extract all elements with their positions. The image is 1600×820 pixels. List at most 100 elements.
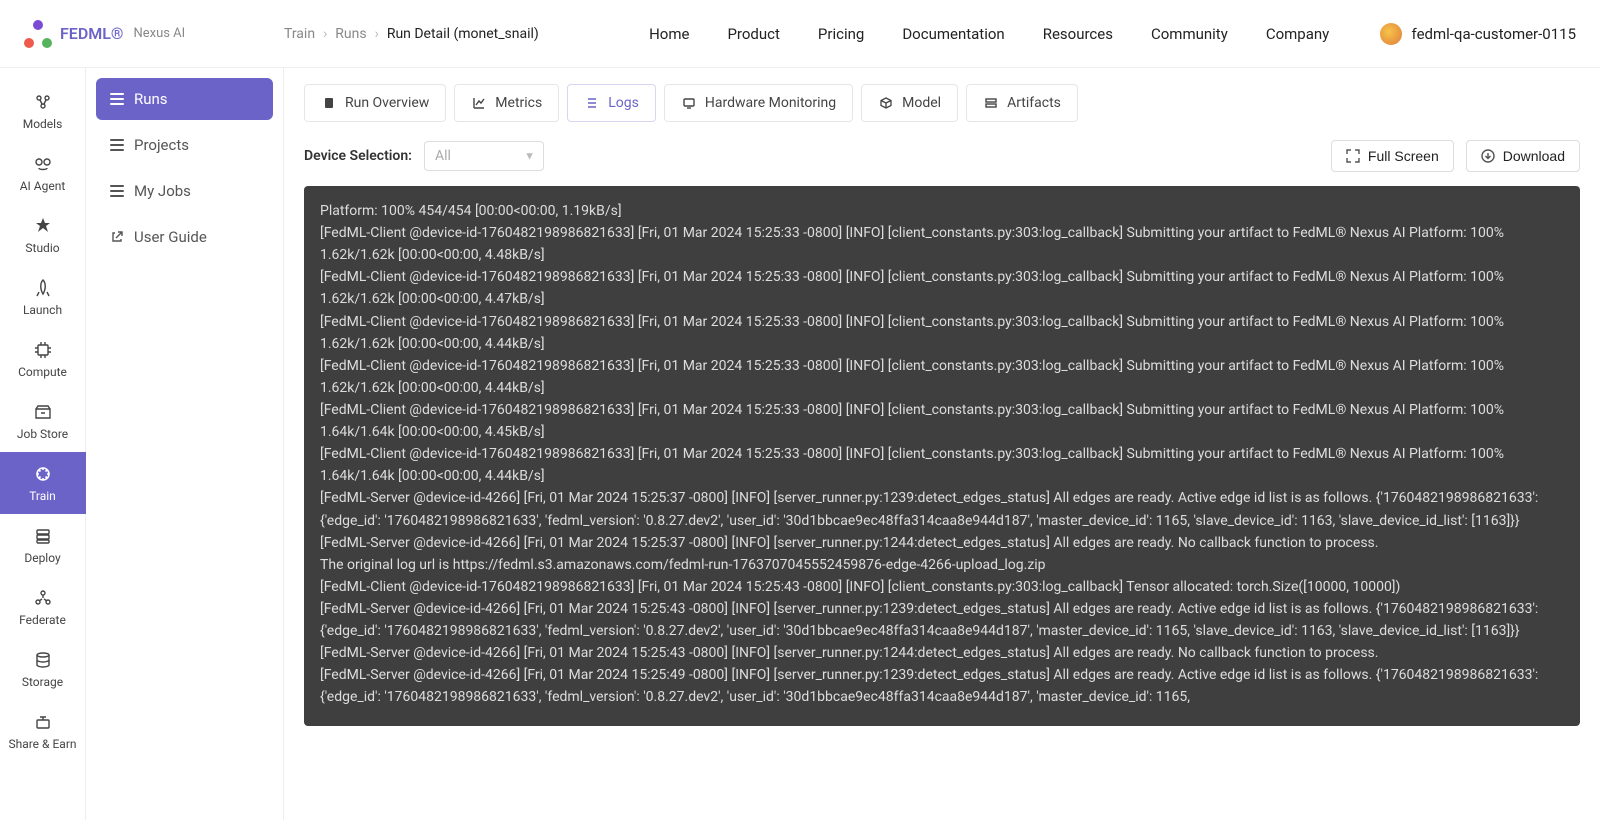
logo-text: FEDML® (60, 24, 123, 43)
subnav-item-projects[interactable]: Projects (96, 124, 273, 166)
rail-item-job-store[interactable]: Job Store (0, 390, 86, 452)
storage-icon (32, 649, 54, 671)
tab-logs[interactable]: Logs (567, 84, 656, 122)
log-line: [FedML-Server @device-id-4266] [Fri, 01 … (320, 598, 1564, 642)
tab-icon (983, 95, 999, 111)
nav-pricing[interactable]: Pricing (818, 25, 864, 43)
tab-icon (471, 95, 487, 111)
tab-icon (584, 95, 600, 111)
rail-item-label: AI Agent (20, 179, 66, 193)
subnav-item-runs[interactable]: Runs (96, 78, 273, 120)
tab-label: Artifacts (1007, 95, 1061, 111)
device-selection-value: All (435, 148, 451, 164)
nav-company[interactable]: Company (1266, 25, 1329, 43)
external-link-icon (110, 230, 124, 244)
log-line: [FedML-Server @device-id-4266] [Fri, 01 … (320, 664, 1564, 708)
device-selection-label: Device Selection: (304, 148, 412, 164)
rail-item-ai-agent[interactable]: AI Agent (0, 142, 86, 204)
rail-item-storage[interactable]: Storage (0, 638, 86, 700)
rail-item-studio[interactable]: Studio (0, 204, 86, 266)
rail-item-train[interactable]: Train (0, 452, 86, 514)
subnav-item-my-jobs[interactable]: My Jobs (96, 170, 273, 212)
topbar: FEDML® Nexus AI Train › Runs › Run Detai… (0, 0, 1600, 68)
tab-metrics[interactable]: Metrics (454, 84, 559, 122)
log-line: [FedML-Client @device-id-176048219898682… (320, 222, 1564, 266)
rail-item-share-earn[interactable]: Share & Earn (0, 700, 86, 762)
chevron-down-icon: ▼ (524, 150, 535, 163)
user-menu[interactable]: fedml-qa-customer-0115 (1380, 23, 1576, 45)
log-toolbar: Device Selection: All ▼ Full Screen Down… (304, 140, 1580, 172)
subnav-item-label: User Guide (134, 228, 207, 246)
rail-item-label: Storage (22, 675, 63, 689)
subnav-item-label: Runs (134, 90, 168, 108)
device-selection-dropdown[interactable]: All ▼ (424, 141, 544, 171)
subnav-item-user-guide[interactable]: User Guide (96, 216, 273, 258)
breadcrumb-runs[interactable]: Runs (335, 26, 366, 42)
rail-item-label: Train (29, 489, 56, 503)
subnav-item-label: My Jobs (134, 182, 191, 200)
rail-item-label: Deploy (24, 551, 60, 565)
federate-icon (32, 587, 54, 609)
tab-icon (681, 95, 697, 111)
rail-item-label: Models (23, 117, 63, 131)
nav-product[interactable]: Product (727, 25, 779, 43)
tab-label: Run Overview (345, 95, 429, 111)
deploy-icon (32, 525, 54, 547)
models-icon (32, 91, 54, 113)
fullscreen-icon (1346, 149, 1360, 163)
log-line: [FedML-Server @device-id-4266] [Fri, 01 … (320, 532, 1564, 554)
rail-item-deploy[interactable]: Deploy (0, 514, 86, 576)
log-line: [FedML-Client @device-id-176048219898682… (320, 576, 1564, 598)
tab-label: Model (902, 95, 941, 111)
log-line: The original log url is https://fedml.s3… (320, 554, 1564, 576)
job-store-icon (32, 401, 54, 423)
breadcrumb: Train › Runs › Run Detail (monet_snail) (284, 26, 539, 42)
rail-item-compute[interactable]: Compute (0, 328, 86, 390)
fullscreen-button[interactable]: Full Screen (1331, 140, 1454, 172)
compute-icon (32, 339, 54, 361)
list-icon (110, 185, 124, 197)
tab-artifacts[interactable]: Artifacts (966, 84, 1078, 122)
chevron-right-icon: › (323, 26, 327, 42)
rail-item-label: Job Store (17, 427, 68, 441)
tab-label: Metrics (495, 95, 542, 111)
list-icon (110, 93, 124, 105)
nav-community[interactable]: Community (1151, 25, 1228, 43)
main-content: Run Overview Metrics Logs Hardware Monitori… (284, 68, 1600, 820)
log-line: [FedML-Client @device-id-176048219898682… (320, 443, 1564, 487)
log-line: [FedML-Server @device-id-4266] [Fri, 01 … (320, 642, 1564, 664)
list-icon (110, 139, 124, 151)
user-name: fedml-qa-customer-0115 (1412, 25, 1576, 43)
log-line: Platform: 100% 454/454 [00:00<00:00, 1.1… (320, 200, 1564, 222)
log-line: [FedML-Client @device-id-176048219898682… (320, 266, 1564, 310)
nav-documentation[interactable]: Documentation (902, 25, 1004, 43)
rail-item-label: Launch (23, 303, 62, 317)
ai-agent-icon (32, 153, 54, 175)
avatar (1380, 23, 1402, 45)
fullscreen-label: Full Screen (1368, 148, 1439, 164)
log-line: [FedML-Client @device-id-176048219898682… (320, 355, 1564, 399)
share-earn-icon (32, 711, 54, 733)
chevron-right-icon: › (375, 26, 379, 42)
breadcrumb-train[interactable]: Train (284, 26, 315, 42)
top-nav: Home Product Pricing Documentation Resou… (599, 25, 1380, 43)
log-line: [FedML-Client @device-id-176048219898682… (320, 311, 1564, 355)
download-label: Download (1503, 148, 1565, 164)
logo[interactable]: FEDML® Nexus AI (24, 20, 284, 48)
nav-resources[interactable]: Resources (1043, 25, 1113, 43)
log-output[interactable]: Platform: 100% 454/454 [00:00<00:00, 1.1… (304, 186, 1580, 726)
rail-item-label: Share & Earn (8, 737, 76, 751)
tab-icon (321, 95, 337, 111)
nav-home[interactable]: Home (649, 25, 689, 43)
tab-hardware-monitoring[interactable]: Hardware Monitoring (664, 84, 853, 122)
rail-item-models[interactable]: Models (0, 80, 86, 142)
left-rail: Models AI Agent Studio Launch Compute Job Sto… (0, 68, 86, 820)
log-line: [FedML-Client @device-id-176048219898682… (320, 399, 1564, 443)
download-button[interactable]: Download (1466, 140, 1580, 172)
rail-item-federate[interactable]: Federate (0, 576, 86, 638)
rail-item-launch[interactable]: Launch (0, 266, 86, 328)
download-icon (1481, 149, 1495, 163)
tab-label: Logs (608, 95, 639, 111)
tab-model[interactable]: Model (861, 84, 958, 122)
tab-run-overview[interactable]: Run Overview (304, 84, 446, 122)
